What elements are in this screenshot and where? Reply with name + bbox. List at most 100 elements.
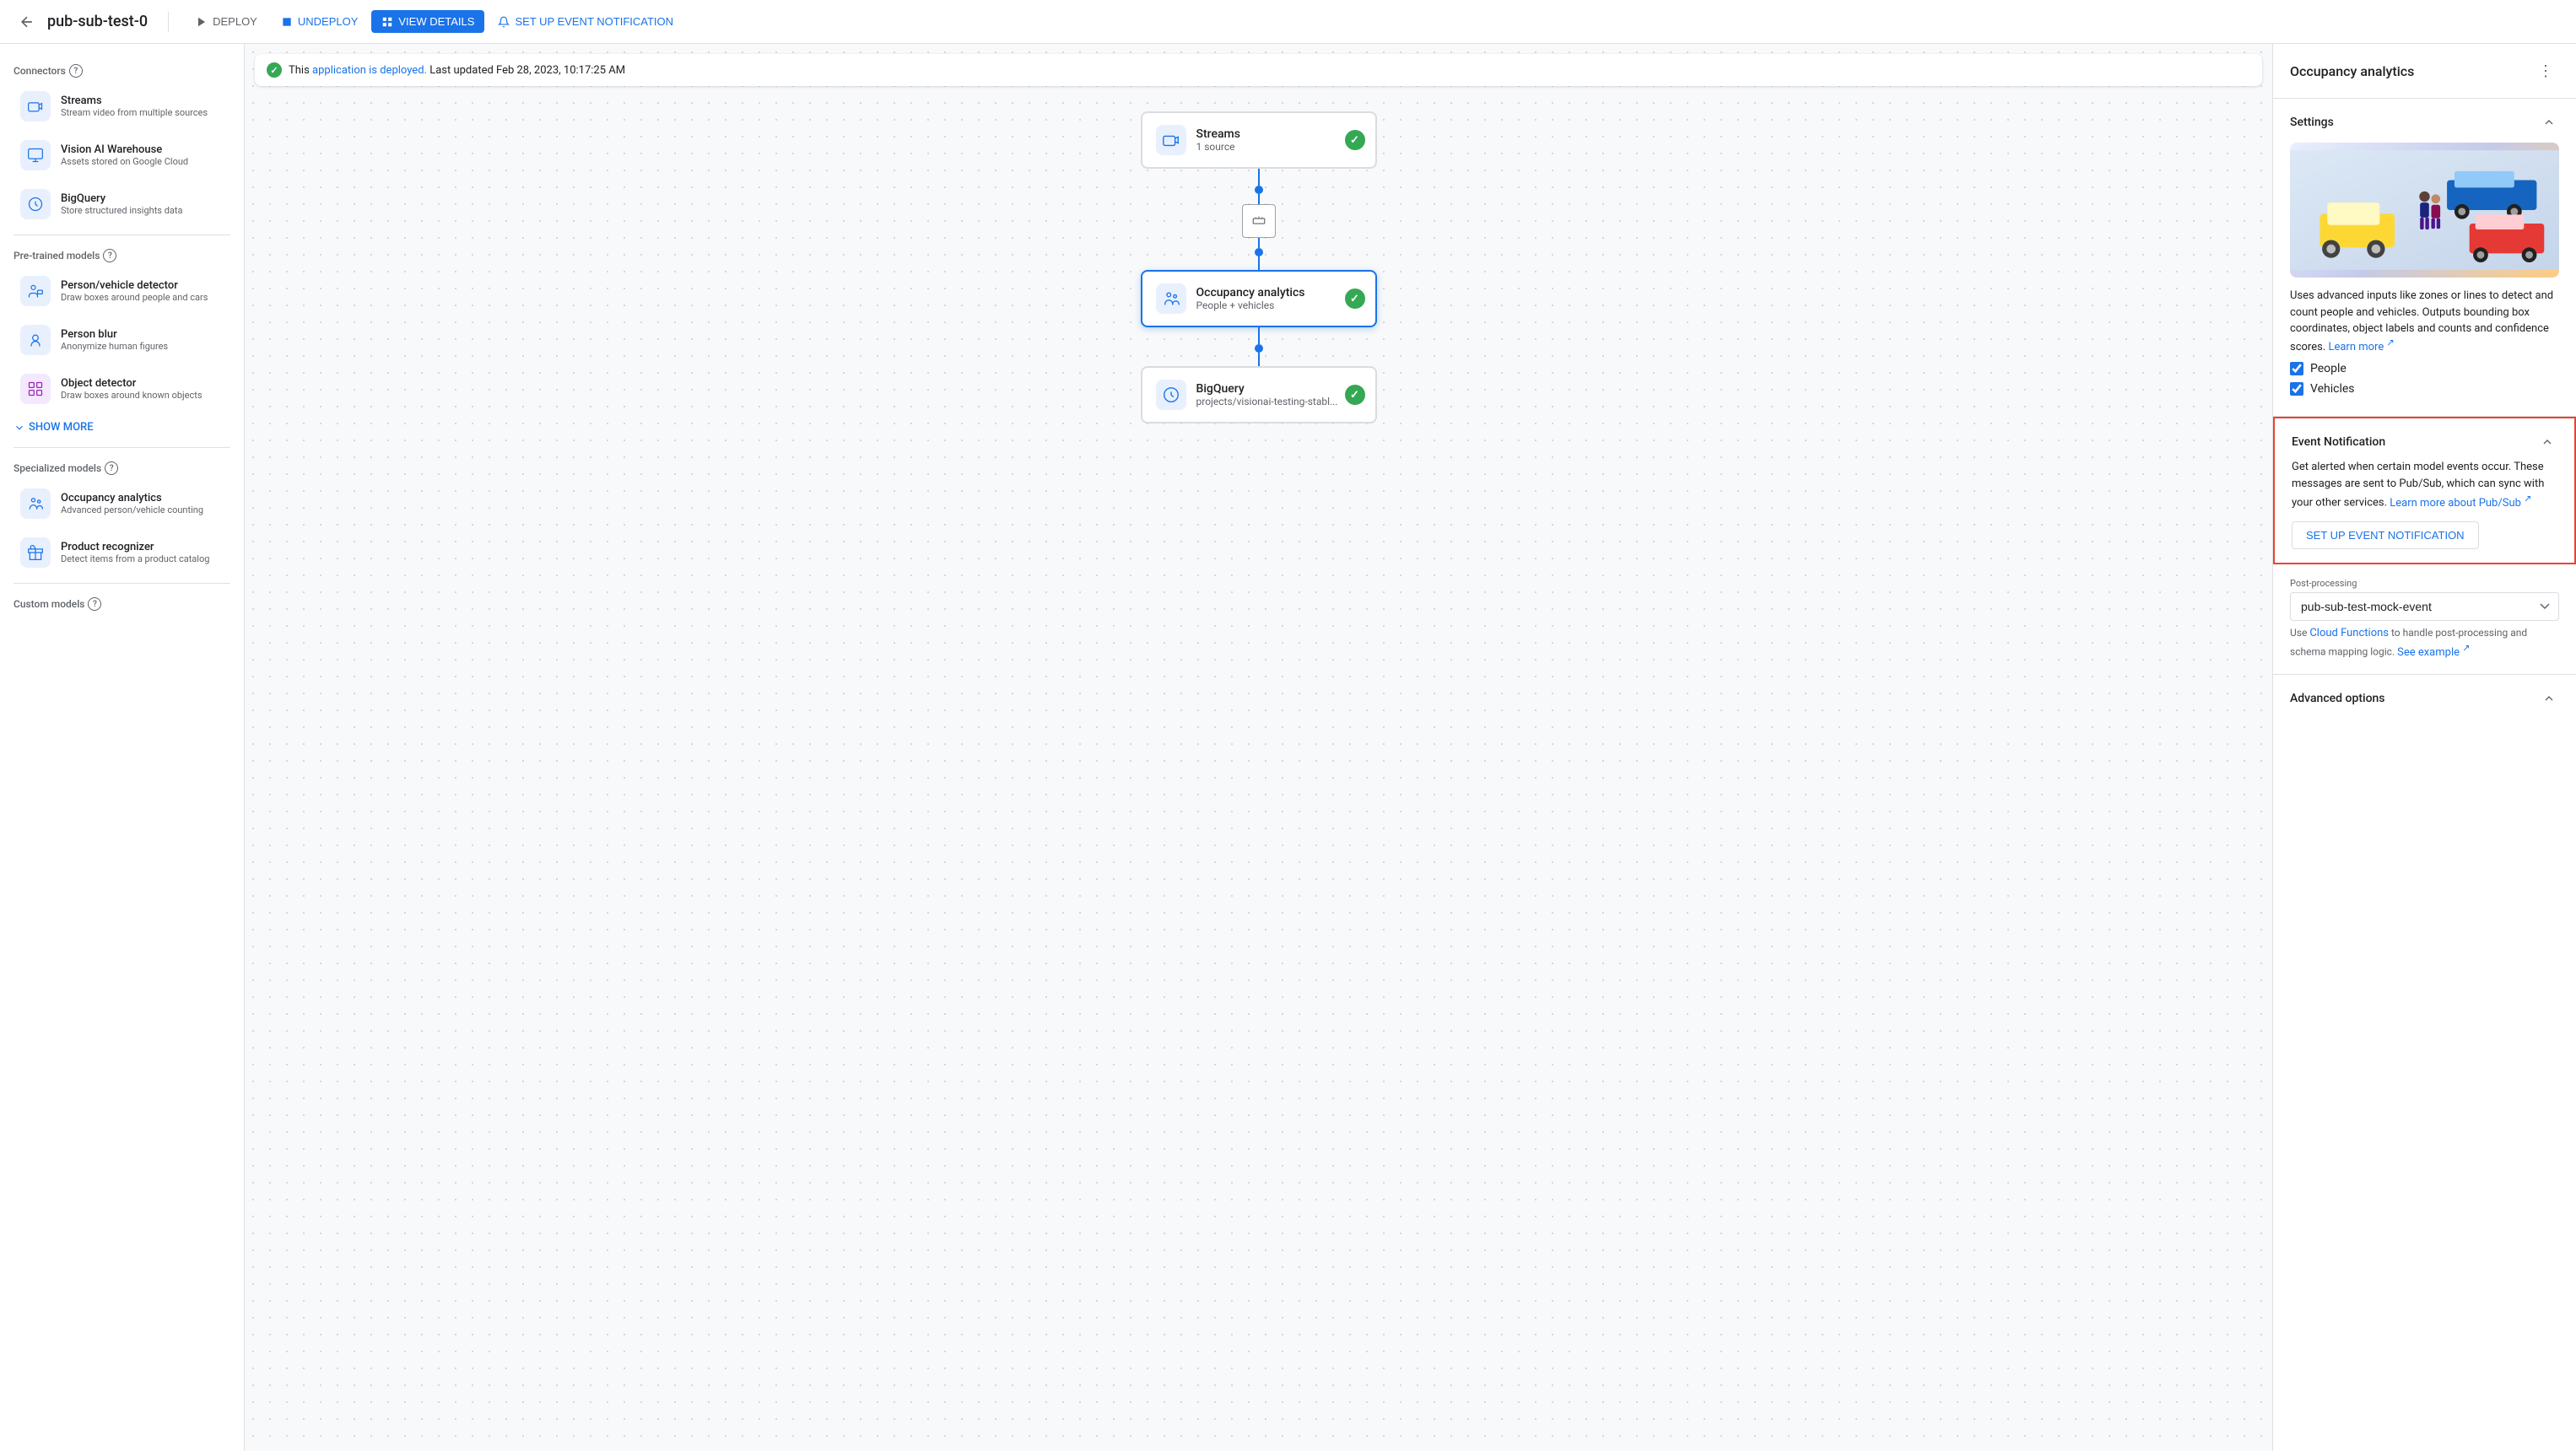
flow-node-bigquery[interactable]: BigQuery projects/visionai-testing-stabl…: [1141, 366, 1377, 423]
people-label: People: [2310, 362, 2346, 375]
occupancy-analytics-label: Occupancy analytics: [61, 492, 203, 504]
app-title: pub-sub-test-0: [47, 13, 148, 30]
flow-node-occupancy[interactable]: Occupancy analytics People + vehicles: [1141, 270, 1377, 327]
setup-event-notification-button[interactable]: SET UP EVENT NOTIFICATION: [488, 10, 683, 33]
object-detector-label: Object detector: [61, 377, 203, 390]
post-processing-description: Use Cloud Functions to handle post-proce…: [2290, 626, 2559, 661]
event-notification-description: Get alerted when certain model events oc…: [2292, 459, 2557, 511]
connectors-section-title: Connectors ?: [0, 57, 244, 81]
cloud-functions-link[interactable]: Cloud Functions: [2309, 627, 2389, 639]
see-example-link[interactable]: See example ↗: [2397, 646, 2470, 659]
object-detector-icon: [20, 374, 51, 404]
panel-more-button[interactable]: ⋮: [2532, 57, 2559, 84]
transform-box: [1242, 204, 1276, 238]
flow-diagram: Streams 1 source: [245, 94, 2272, 440]
learn-more-link[interactable]: Learn more ↗: [2328, 341, 2394, 353]
view-details-button[interactable]: VIEW DETAILS: [371, 10, 484, 33]
bigquery-desc: Store structured insights data: [61, 205, 182, 216]
vision-ai-warehouse-label: Vision AI Warehouse: [61, 143, 188, 156]
status-indicator: [267, 62, 282, 78]
event-notification-section: Event Notification Get alerted when cert…: [2273, 417, 2576, 564]
undeploy-button[interactable]: UNDEPLOY: [271, 10, 369, 33]
main-layout: Connectors ? Streams Stream video from m…: [0, 44, 2576, 1451]
topbar-actions: DEPLOY UNDEPLOY VIEW DETAILS SET UP EVEN…: [186, 10, 683, 33]
person-vehicle-detector-icon: [20, 276, 51, 306]
sidebar-item-streams[interactable]: Streams Stream video from multiple sourc…: [7, 83, 237, 130]
product-recognizer-label: Product recognizer: [61, 541, 209, 553]
streams-label: Streams: [61, 94, 208, 107]
custom-models-help-icon[interactable]: ?: [88, 597, 101, 611]
sidebar-item-bigquery[interactable]: BigQuery Store structured insights data: [7, 181, 237, 228]
person-blur-label: Person blur: [61, 328, 168, 341]
setup-event-notification-panel-button[interactable]: SET UP EVENT NOTIFICATION: [2292, 521, 2479, 549]
canvas-area: This application is deployed. Last updat…: [245, 44, 2272, 1451]
learn-more-pubsub-link[interactable]: Learn more about Pub/Sub ↗: [2390, 497, 2531, 510]
settings-section: Settings: [2273, 99, 2576, 417]
settings-section-header: Settings: [2290, 112, 2559, 132]
advanced-options-title: Advanced options: [2290, 692, 2385, 705]
person-vehicle-detector-label: Person/vehicle detector: [61, 279, 208, 292]
object-detector-desc: Draw boxes around known objects: [61, 390, 203, 401]
bigquery-label: BigQuery: [61, 192, 182, 205]
sidebar-item-product-recognizer[interactable]: Product recognizer Detect items from a p…: [7, 529, 237, 576]
settings-title: Settings: [2290, 116, 2334, 129]
people-checkbox-row: People: [2290, 362, 2559, 375]
back-button[interactable]: [14, 8, 41, 35]
post-processing-section: Post-processing pub-sub-test-mock-event …: [2273, 564, 2576, 675]
sidebar-item-occupancy-analytics[interactable]: Occupancy analytics Advanced person/vehi…: [7, 480, 237, 527]
deployed-link[interactable]: application is deployed.: [312, 64, 427, 77]
custom-models-section-title: Custom models ?: [0, 591, 244, 614]
sidebar-item-person-vehicle-detector[interactable]: Person/vehicle detector Draw boxes aroun…: [7, 267, 237, 315]
pretrained-section-title: Pre-trained models ?: [0, 242, 244, 266]
person-vehicle-detector-desc: Draw boxes around people and cars: [61, 292, 208, 303]
show-more-button[interactable]: SHOW MORE: [0, 414, 244, 440]
connector-1: [1242, 169, 1276, 270]
specialized-help-icon[interactable]: ?: [105, 461, 118, 475]
status-bar: This application is deployed. Last updat…: [255, 54, 2262, 86]
occupancy-analytics-desc: Advanced person/vehicle counting: [61, 504, 203, 515]
connector-2: [1255, 327, 1263, 366]
product-recognizer-icon: [20, 537, 51, 568]
flow-bigquery-sub: projects/visionai-testing-stabl...: [1196, 396, 1338, 407]
status-text: This application is deployed. Last updat…: [289, 64, 625, 77]
right-panel: Occupancy analytics ⋮ Settings: [2272, 44, 2576, 1451]
topbar: pub-sub-test-0 DEPLOY UNDEPLOY VIEW DETA…: [0, 0, 2576, 44]
event-notification-collapse-button[interactable]: [2537, 432, 2557, 452]
vehicles-checkbox-row: Vehicles: [2290, 382, 2559, 396]
advanced-options-header: Advanced options: [2290, 688, 2559, 709]
flow-occupancy-icon: [1156, 283, 1186, 314]
person-blur-icon: [20, 325, 51, 355]
flow-streams-icon: [1156, 125, 1186, 155]
sidebar-item-person-blur[interactable]: Person blur Anonymize human figures: [7, 316, 237, 364]
event-notification-title: Event Notification: [2292, 435, 2385, 449]
flow-occupancy-title: Occupancy analytics: [1196, 286, 1305, 299]
post-processing-label: Post-processing: [2290, 578, 2559, 589]
sidebar-item-object-detector[interactable]: Object detector Draw boxes around known …: [7, 365, 237, 413]
connectors-help-icon[interactable]: ?: [69, 64, 83, 78]
bigquery-icon: [20, 189, 51, 219]
deploy-button[interactable]: DEPLOY: [186, 10, 267, 33]
flow-streams-title: Streams: [1196, 127, 1240, 141]
flow-bigquery-title: BigQuery: [1196, 382, 1338, 396]
product-recognizer-desc: Detect items from a product catalog: [61, 553, 209, 564]
panel-header: Occupancy analytics ⋮: [2273, 44, 2576, 99]
streams-desc: Stream video from multiple sources: [61, 107, 208, 118]
occupancy-analytics-icon: [20, 488, 51, 519]
settings-collapse-button[interactable]: [2539, 112, 2559, 132]
sidebar-item-vision-ai-warehouse[interactable]: Vision AI Warehouse Assets stored on Goo…: [7, 132, 237, 179]
event-notification-header: Event Notification: [2292, 432, 2557, 452]
flow-bigquery-icon: [1156, 380, 1186, 410]
advanced-options-collapse-button[interactable]: [2539, 688, 2559, 709]
flow-occupancy-sub: People + vehicles: [1196, 299, 1305, 311]
vision-ai-warehouse-icon: [20, 140, 51, 170]
specialized-section-title: Specialized models ?: [0, 455, 244, 478]
vehicles-checkbox[interactable]: [2290, 382, 2303, 396]
person-blur-desc: Anonymize human figures: [61, 341, 168, 352]
pretrained-help-icon[interactable]: ?: [103, 249, 116, 262]
flow-node-streams[interactable]: Streams 1 source: [1141, 111, 1377, 169]
preview-image: [2290, 143, 2559, 278]
post-processing-select[interactable]: pub-sub-test-mock-event option-2: [2290, 592, 2559, 621]
people-checkbox[interactable]: [2290, 362, 2303, 375]
vehicles-label: Vehicles: [2310, 382, 2355, 396]
sidebar: Connectors ? Streams Stream video from m…: [0, 44, 245, 1451]
